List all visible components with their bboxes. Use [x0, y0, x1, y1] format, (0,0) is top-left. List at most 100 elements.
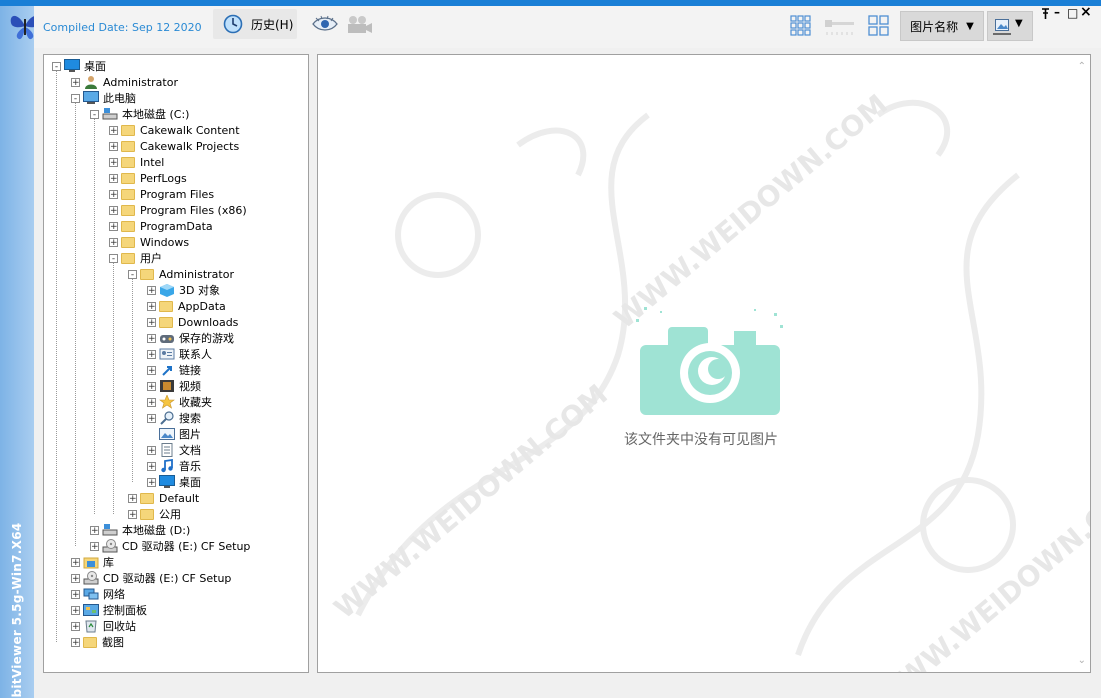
tree-node[interactable]: + PerfLogs — [109, 170, 187, 186]
expand-toggle-icon[interactable]: + — [147, 301, 156, 311]
video-camera-icon[interactable] — [346, 14, 374, 34]
expand-toggle-icon[interactable]: + — [147, 413, 156, 423]
tree-node[interactable]: + 保存的游戏 — [147, 330, 234, 346]
tree-node[interactable]: + ProgramData — [109, 218, 213, 234]
tree-node[interactable]: + 文档 — [147, 442, 201, 458]
expand-toggle-icon[interactable]: + — [71, 557, 80, 567]
tree-guide-line — [113, 262, 114, 514]
tree-node-label: 本地磁盘 (C:) — [122, 108, 190, 121]
view-mode-dropdown[interactable]: ▼ — [987, 11, 1033, 41]
expand-toggle-icon[interactable]: + — [90, 541, 99, 551]
tree-node[interactable]: + Administrator — [71, 74, 178, 90]
expand-toggle-icon[interactable]: + — [71, 621, 80, 631]
tree-node[interactable]: + AppData — [147, 298, 226, 314]
expand-toggle-icon[interactable]: + — [147, 461, 156, 471]
image-content-area[interactable]: WWW.WEIDOWN.COM WWW.WEIDOWN.COM WWW.WEID… — [317, 54, 1091, 673]
scroll-up-icon[interactable]: ⌃ — [1078, 61, 1086, 72]
tree-node[interactable]: + 控制面板 — [71, 602, 147, 618]
expand-toggle-icon[interactable]: + — [147, 285, 156, 295]
eye-icon[interactable] — [312, 15, 338, 33]
expand-toggle-icon[interactable]: + — [71, 573, 80, 583]
folder-icon — [159, 300, 173, 312]
tree-node[interactable]: +3D 对象 — [147, 282, 220, 298]
pictures-icon — [159, 427, 179, 441]
sort-by-dropdown[interactable]: 图片名称 ▼ — [900, 11, 984, 41]
tree-node-label: Intel — [140, 155, 165, 169]
tree-node[interactable]: + 库 — [71, 554, 114, 570]
expand-toggle-icon[interactable]: + — [109, 157, 118, 167]
tree-node[interactable]: + 收藏夹 — [147, 394, 212, 410]
expand-toggle-icon[interactable]: + — [109, 205, 118, 215]
tree-node[interactable]: 图片 — [147, 426, 201, 442]
expand-toggle-icon[interactable]: + — [147, 317, 156, 327]
expand-toggle-icon[interactable]: + — [109, 189, 118, 199]
tree-node[interactable]: + 回收站 — [71, 618, 136, 634]
tree-node[interactable]: + Program Files — [109, 186, 214, 202]
expand-toggle-icon[interactable]: + — [128, 509, 137, 519]
collapse-toggle-icon[interactable]: - — [109, 253, 118, 263]
expand-toggle-icon[interactable]: + — [147, 445, 156, 455]
tree-node[interactable]: + 本地磁盘 (D:) — [90, 522, 190, 538]
tree-node[interactable]: + 链接 — [147, 362, 201, 378]
expand-toggle-icon[interactable]: + — [71, 605, 80, 615]
tree-node[interactable]: - 用户 — [109, 250, 162, 266]
expand-toggle-icon[interactable]: + — [147, 381, 156, 391]
tree-node[interactable]: + 音乐 — [147, 458, 201, 474]
collapse-toggle-icon[interactable]: - — [128, 269, 137, 279]
tree-node[interactable]: + 联系人 — [147, 346, 212, 362]
folder-tree[interactable]: - 桌面 + Administrator - 此电脑 - 本地磁盘 (C:) + Cakewalk… — [43, 54, 309, 673]
expand-toggle-icon[interactable]: + — [128, 493, 137, 503]
tree-node[interactable]: + Windows — [109, 234, 189, 250]
grid-large-icon[interactable] — [868, 15, 889, 36]
expand-toggle-icon[interactable]: + — [109, 141, 118, 151]
history-button[interactable]: 历史(H) — [213, 9, 297, 39]
expand-toggle-icon[interactable]: + — [147, 333, 156, 343]
tree-node[interactable]: + Default — [128, 490, 199, 506]
close-button[interactable]: × — [1080, 4, 1092, 20]
tree-guide-line — [75, 102, 76, 546]
tree-node[interactable]: + Downloads — [147, 314, 238, 330]
expand-toggle-icon[interactable]: + — [109, 173, 118, 183]
thumbnail-size-slider-icon[interactable] — [824, 17, 856, 37]
tree-node[interactable]: + CD 驱动器 (E:) CF Setup — [90, 538, 250, 554]
view-underline — [993, 33, 1011, 35]
expand-toggle-icon[interactable]: + — [109, 237, 118, 247]
minimize-button[interactable]: – — [1054, 5, 1060, 19]
tree-node[interactable]: + Program Files (x86) — [109, 202, 247, 218]
collapse-toggle-icon[interactable]: - — [90, 109, 99, 119]
tree-node[interactable]: - 本地磁盘 (C:) — [90, 106, 189, 122]
maximize-button[interactable]: □ — [1067, 6, 1078, 20]
expand-toggle-icon[interactable]: + — [109, 221, 118, 231]
expand-toggle-icon[interactable]: + — [147, 349, 156, 359]
sort-by-label: 图片名称 — [910, 19, 959, 34]
tree-node[interactable]: - 此电脑 — [71, 90, 136, 106]
tree-node[interactable]: + 截图 — [71, 634, 124, 650]
tree-node[interactable]: + CD 驱动器 (E:) CF Setup — [71, 570, 231, 586]
tree-node[interactable]: + 桌面 — [147, 474, 201, 490]
pin-icon[interactable] — [1041, 8, 1050, 23]
expand-toggle-icon[interactable]: + — [147, 397, 156, 407]
tree-node[interactable]: + Intel — [109, 154, 164, 170]
folder-icon — [121, 124, 135, 136]
grid-small-icon[interactable] — [790, 15, 811, 36]
tree-node[interactable]: + 公用 — [128, 506, 181, 522]
expand-toggle-icon[interactable]: + — [109, 125, 118, 135]
tree-node[interactable]: + 网络 — [71, 586, 125, 602]
tree-node-label: 用户 — [140, 252, 162, 265]
expand-toggle-icon[interactable]: + — [71, 637, 80, 647]
expand-toggle-icon[interactable]: + — [71, 589, 80, 599]
tree-node[interactable]: + Cakewalk Projects — [109, 138, 239, 154]
tree-node-label: 3D 对象 — [179, 284, 220, 297]
expand-toggle-icon[interactable]: + — [147, 477, 156, 487]
expand-toggle-icon[interactable]: + — [90, 525, 99, 535]
tree-node[interactable]: + Cakewalk Content — [109, 122, 240, 138]
collapse-toggle-icon[interactable]: - — [71, 93, 80, 103]
expand-toggle-icon[interactable]: + — [147, 365, 156, 375]
tree-node[interactable]: - Administrator — [128, 266, 234, 282]
collapse-toggle-icon[interactable]: - — [52, 61, 61, 71]
tree-node[interactable]: - 桌面 — [52, 58, 106, 74]
tree-node[interactable]: + 视频 — [147, 378, 201, 394]
scroll-down-icon[interactable]: ⌄ — [1078, 655, 1086, 666]
tree-node[interactable]: + 搜索 — [147, 410, 201, 426]
expand-toggle-icon[interactable]: + — [71, 77, 80, 87]
